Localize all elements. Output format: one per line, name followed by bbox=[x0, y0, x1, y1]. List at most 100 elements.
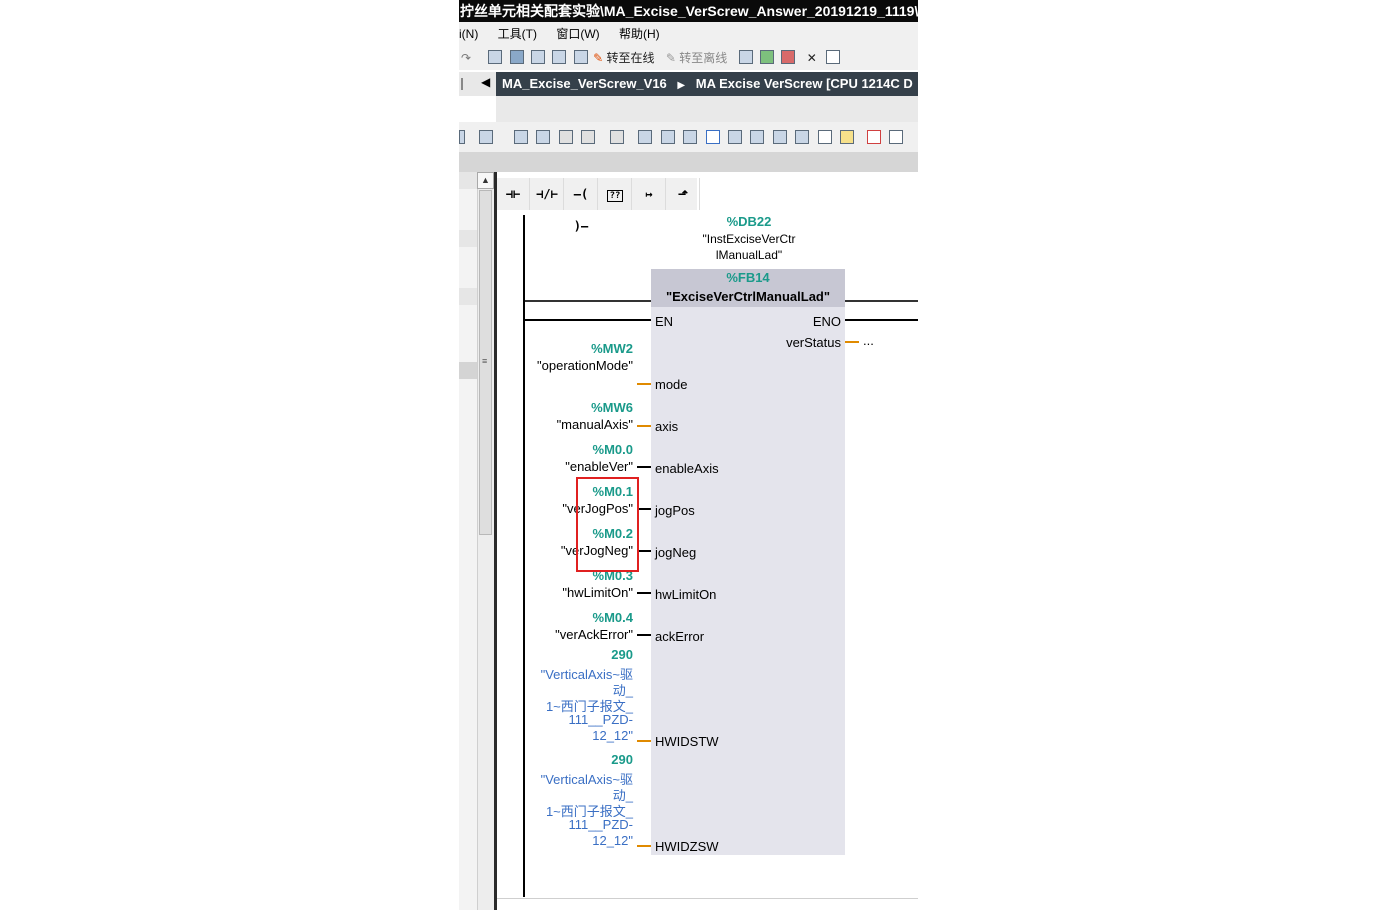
normally-closed-contact-button[interactable]: ⊣/⊢ bbox=[531, 178, 564, 210]
go-offline-icon[interactable]: ✎ bbox=[666, 49, 676, 67]
tia-portal-window: 拧丝单元相关配套实验\MA_Excise_VerScrew_Answer_201… bbox=[459, 0, 918, 910]
simulation-icon[interactable] bbox=[552, 49, 567, 64]
hw-tag-zsw-line4[interactable]: 111__PZD- bbox=[519, 817, 633, 832]
compile-icon[interactable] bbox=[488, 49, 503, 64]
breadcrumb-device[interactable]: MA Excise VerScrew [CPU 1214C D bbox=[696, 76, 913, 91]
go-online-icon[interactable]: ✎ bbox=[593, 49, 603, 67]
menu-item-help[interactable]: 帮助(H) bbox=[619, 27, 660, 41]
pin-en[interactable]: EN bbox=[655, 314, 673, 329]
output-placeholder[interactable]: ... bbox=[863, 333, 874, 348]
window-title: 拧丝单元相关配套实验\MA_Excise_VerScrew_Answer_201… bbox=[459, 0, 918, 22]
menu-item-tools[interactable]: 工具(T) bbox=[498, 27, 537, 41]
pin-hwidstw[interactable]: HWIDSTW bbox=[655, 734, 719, 749]
accessible-devices-icon[interactable] bbox=[738, 49, 753, 64]
absolute-operand-icon[interactable] bbox=[638, 130, 653, 144]
input-address-mode: %MW2 bbox=[591, 341, 633, 356]
open-branch-button[interactable]: ↦ bbox=[633, 178, 666, 210]
favorites-star-icon[interactable] bbox=[840, 130, 855, 144]
instance-db-address: %DB22 bbox=[726, 214, 772, 229]
delete-network-icon[interactable] bbox=[536, 130, 551, 144]
interface-row[interactable] bbox=[459, 172, 477, 189]
menu-item-options[interactable]: i(N) bbox=[459, 27, 478, 41]
hw-tag-stw-line5[interactable]: 12_12" bbox=[519, 728, 633, 743]
start-cpu-icon[interactable] bbox=[760, 49, 774, 64]
function-block-header[interactable]: %FB14 "ExciseVerCtrlManualLad" bbox=[651, 269, 845, 307]
stop-cpu-icon[interactable] bbox=[781, 49, 796, 64]
network-overview-icon[interactable] bbox=[817, 130, 832, 144]
input-tag-hwlimit[interactable]: "hwLimitOn" bbox=[519, 585, 633, 600]
upload-icon[interactable] bbox=[531, 49, 546, 64]
scrollbar-thumb[interactable]: ≡ bbox=[479, 190, 492, 535]
interface-row[interactable] bbox=[459, 230, 477, 247]
add-row-icon[interactable] bbox=[581, 130, 596, 144]
pin-mode[interactable]: mode bbox=[655, 377, 688, 392]
pin-enableaxis[interactable]: enableAxis bbox=[655, 461, 719, 476]
comments-icon[interactable] bbox=[705, 130, 720, 144]
favorites-icon[interactable] bbox=[727, 130, 742, 144]
go-offline-button[interactable]: 转至离线 bbox=[679, 49, 727, 67]
interface-row[interactable] bbox=[459, 288, 477, 305]
highlight-annotation-box bbox=[576, 477, 639, 572]
breadcrumb-project[interactable]: MA_Excise_VerScrew_V16 bbox=[502, 76, 667, 91]
reset-monitoring-icon[interactable] bbox=[889, 130, 904, 144]
panel-toggle-icon[interactable] bbox=[461, 78, 469, 90]
empty-box-icon: ?? bbox=[606, 190, 624, 202]
download-icon[interactable] bbox=[509, 49, 524, 64]
close-branch-button[interactable]: ⬏ bbox=[667, 178, 700, 210]
pin-eno[interactable]: ENO bbox=[779, 314, 841, 329]
pin-ackerror[interactable]: ackError bbox=[655, 629, 704, 644]
tag-info-list-icon[interactable] bbox=[795, 130, 810, 144]
pin-jogneg[interactable]: jogNeg bbox=[655, 545, 696, 560]
start-simulation-icon[interactable] bbox=[573, 49, 588, 64]
instance-db-name-cont[interactable]: lManualLad" bbox=[669, 248, 829, 262]
close-icon[interactable]: ✕ bbox=[807, 49, 817, 67]
normally-open-contact-button[interactable]: ⊣⊢ bbox=[497, 178, 530, 210]
scroll-up-button[interactable]: ▲ bbox=[477, 172, 494, 189]
insert-network-icon[interactable] bbox=[513, 130, 528, 144]
input-wire bbox=[637, 634, 651, 636]
output-coil-button[interactable]: –( )– bbox=[565, 178, 598, 233]
export-icon[interactable] bbox=[479, 130, 494, 144]
edit-field-icon[interactable] bbox=[459, 130, 465, 144]
pin-hwidzsw[interactable]: HWIDZSW bbox=[655, 839, 719, 854]
hw-constant-stw: 290 bbox=[611, 647, 633, 662]
function-block[interactable] bbox=[651, 269, 845, 855]
instance-db-name[interactable]: "InstExciseVerCtr bbox=[669, 232, 829, 246]
input-tag-axis[interactable]: "manualAxis" bbox=[519, 417, 633, 432]
hw-tag-stw-line4[interactable]: 111__PZD- bbox=[519, 712, 633, 727]
tag-info-icon[interactable] bbox=[772, 130, 787, 144]
operand-display-icon[interactable] bbox=[750, 130, 765, 144]
input-wire bbox=[637, 383, 651, 385]
go-online-button[interactable]: 转至在线 bbox=[607, 49, 655, 67]
insert-row-icon[interactable] bbox=[558, 130, 573, 144]
pin-jogpos[interactable]: jogPos bbox=[655, 503, 695, 518]
lad-instruction-bar: ⊣⊢ ⊣/⊢ –( )– ?? ↦ ⬏ bbox=[497, 178, 700, 233]
input-tag-ackerror[interactable]: "verAckError" bbox=[519, 627, 633, 642]
monitor-icon[interactable] bbox=[609, 130, 624, 144]
monitoring-on-off-icon[interactable] bbox=[866, 130, 881, 144]
input-wire bbox=[637, 592, 651, 594]
interface-row-selected[interactable] bbox=[459, 362, 477, 379]
block-interface-panel bbox=[459, 172, 477, 910]
close-all-networks-icon[interactable] bbox=[683, 130, 698, 144]
input-tag-enable[interactable]: "enableVer" bbox=[519, 459, 633, 474]
input-wire bbox=[637, 845, 651, 847]
input-tag-mode[interactable]: "operationMode" bbox=[519, 358, 633, 373]
fb-name: "ExciseVerCtrlManualLad" bbox=[665, 289, 831, 304]
chevron-left-icon[interactable]: ◀ bbox=[481, 75, 490, 89]
output-wire bbox=[845, 341, 859, 343]
pin-axis[interactable]: axis bbox=[655, 419, 678, 434]
pin-verstatus[interactable]: verStatus bbox=[759, 335, 841, 350]
hw-tag-zsw-line5[interactable]: 12_12" bbox=[519, 833, 633, 848]
main-toolbar: ↷ ✎ 转至在线 ✎ 转至离线 ✕ bbox=[459, 46, 918, 70]
menu-bar: i(N) 工具(T) 窗口(W) 帮助(H) bbox=[459, 22, 918, 46]
empty-box-button[interactable]: ?? bbox=[599, 178, 632, 210]
open-all-networks-icon[interactable] bbox=[660, 130, 675, 144]
menu-item-window[interactable]: 窗口(W) bbox=[556, 27, 599, 41]
pin-hwlimiton[interactable]: hwLimitOn bbox=[655, 587, 716, 602]
eno-rung bbox=[845, 319, 918, 321]
editor-header-strip bbox=[496, 96, 918, 122]
split-editor-icon[interactable] bbox=[826, 49, 841, 64]
redo-icon[interactable]: ↷ bbox=[461, 49, 471, 67]
input-wire bbox=[637, 740, 651, 742]
